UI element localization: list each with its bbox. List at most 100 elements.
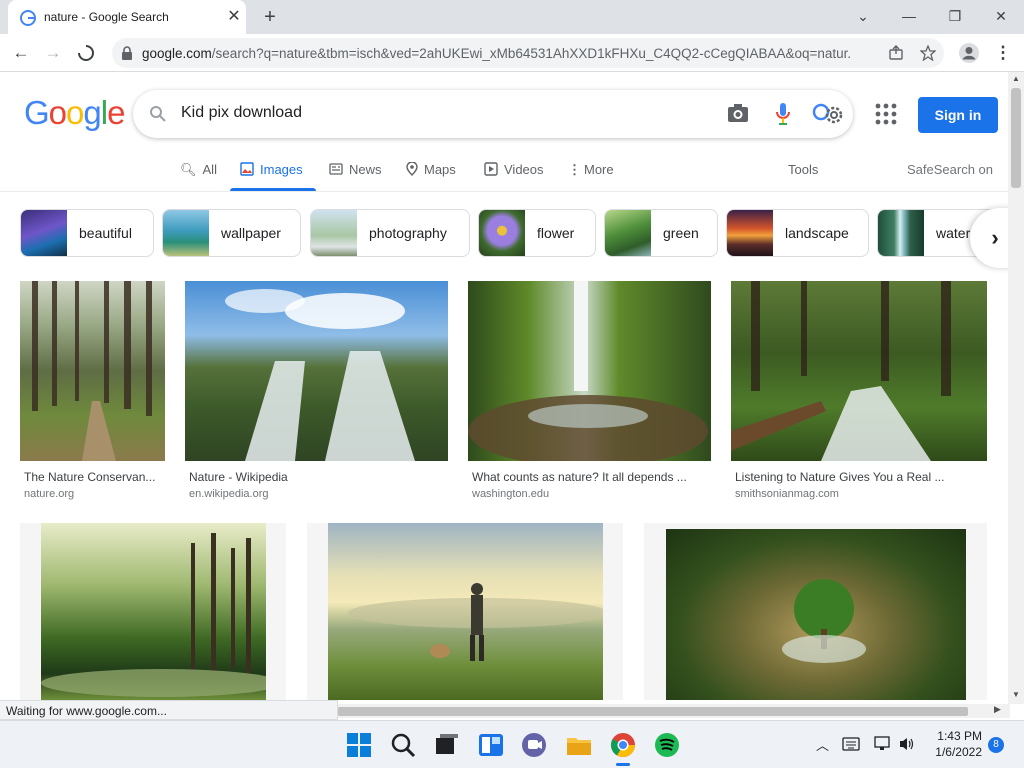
horizontal-scrollbar[interactable]: ▶ bbox=[338, 704, 1010, 718]
url-path: /search?q=nature&tbm=isch&ved=2ahUKEwi_x… bbox=[211, 46, 852, 61]
result-image[interactable] bbox=[328, 523, 608, 700]
result-image[interactable] bbox=[41, 523, 281, 700]
scroll-up-arrow-icon[interactable]: ▲ bbox=[1012, 74, 1020, 83]
windows-taskbar: ︿ 1:43 PM 1/6/2022 8 bbox=[0, 720, 1024, 768]
google-favicon-icon bbox=[20, 10, 36, 26]
chip-green[interactable]: green bbox=[604, 209, 718, 257]
result-card[interactable] bbox=[307, 523, 623, 700]
chip-landscape[interactable]: landscape bbox=[726, 209, 869, 257]
tab-all-label: All bbox=[202, 162, 217, 177]
new-tab-button[interactable]: + bbox=[258, 5, 282, 29]
result-title[interactable]: Nature - Wikipedia bbox=[189, 470, 288, 484]
search-box[interactable]: Kid pix download bbox=[133, 90, 853, 138]
close-window-button[interactable]: ✕ bbox=[981, 3, 1021, 29]
safesearch-button[interactable]: SafeSearch on bbox=[907, 162, 993, 190]
lock-icon[interactable] bbox=[121, 46, 133, 60]
widgets-icon[interactable] bbox=[477, 731, 505, 759]
bookmark-star-icon[interactable] bbox=[920, 45, 936, 61]
chip-label: flower bbox=[537, 225, 575, 241]
network-icon[interactable] bbox=[874, 736, 892, 752]
notification-count-badge[interactable]: 8 bbox=[988, 737, 1004, 753]
result-image[interactable] bbox=[20, 281, 165, 461]
result-image[interactable] bbox=[731, 281, 987, 461]
close-tab-icon[interactable]: ✕ bbox=[224, 7, 244, 27]
windows-start-icon[interactable] bbox=[345, 731, 373, 759]
vertical-scroll-thumb[interactable] bbox=[1011, 88, 1021, 188]
address-bar[interactable]: google.com/search?q=nature&tbm=isch&ved=… bbox=[112, 38, 944, 68]
task-view-icon[interactable] bbox=[432, 731, 460, 759]
teams-chat-icon[interactable] bbox=[520, 731, 548, 759]
vertical-scrollbar[interactable]: ▲ ▼ bbox=[1008, 72, 1024, 704]
result-source[interactable]: nature.org bbox=[24, 488, 74, 500]
result-title[interactable]: What counts as nature? It all depends ..… bbox=[472, 470, 687, 484]
tab-title: nature - Google Search bbox=[44, 10, 169, 24]
tab-search-icon[interactable]: ⌄ bbox=[843, 3, 883, 29]
waterfall-picture bbox=[225, 289, 415, 461]
clock-time[interactable]: 1:43 PM bbox=[930, 729, 982, 743]
share-icon[interactable] bbox=[888, 45, 904, 61]
result-image[interactable] bbox=[185, 281, 448, 461]
scroll-right-arrow-icon[interactable]: ▶ bbox=[994, 704, 1001, 715]
forest-path-picture bbox=[32, 281, 152, 461]
chrome-icon[interactable] bbox=[609, 731, 637, 759]
result-title[interactable]: The Nature Conservan... bbox=[24, 470, 155, 484]
map-pin-icon bbox=[406, 162, 418, 176]
tab-maps-label: Maps bbox=[424, 162, 456, 177]
chip-wallpaper[interactable]: wallpaper bbox=[162, 209, 301, 257]
lakeside-trees-picture bbox=[41, 533, 281, 697]
spotify-icon[interactable] bbox=[653, 731, 681, 759]
search-input[interactable]: Kid pix download bbox=[181, 104, 302, 122]
result-card[interactable] bbox=[644, 523, 987, 700]
chip-beautiful[interactable]: beautiful bbox=[20, 209, 154, 257]
chip-thumbnail bbox=[479, 210, 525, 256]
toolbar: ← → google.com/search?q=nature&tbm=isch&… bbox=[0, 34, 1024, 72]
browser-menu-icon[interactable]: ⋮ bbox=[990, 40, 1016, 66]
back-button[interactable]: ← bbox=[8, 40, 34, 66]
browser-tab-active[interactable]: nature - Google Search ✕ bbox=[8, 0, 246, 34]
horizontal-scroll-thumb[interactable] bbox=[338, 707, 968, 716]
google-apps-grid-icon[interactable] bbox=[874, 102, 898, 126]
tab-maps[interactable]: Maps bbox=[406, 162, 456, 190]
volume-icon[interactable] bbox=[898, 736, 916, 752]
result-source[interactable]: en.wikipedia.org bbox=[189, 488, 269, 500]
clock-date[interactable]: 1/6/2022 bbox=[924, 745, 982, 759]
tab-all[interactable]: 🔍︎ All bbox=[180, 162, 217, 190]
chip-label: green bbox=[663, 225, 699, 241]
result-source[interactable]: smithsonianmag.com bbox=[735, 488, 839, 500]
result-card[interactable] bbox=[20, 523, 286, 700]
microphone-icon[interactable] bbox=[775, 102, 791, 126]
result-title[interactable]: Listening to Nature Gives You a Real ... bbox=[735, 470, 944, 484]
chip-photography[interactable]: photography bbox=[310, 209, 470, 257]
chip-flower[interactable]: flower bbox=[478, 209, 596, 257]
file-explorer-icon[interactable] bbox=[565, 731, 593, 759]
loading-spinner-icon[interactable] bbox=[76, 43, 96, 63]
profile-avatar-icon[interactable] bbox=[958, 42, 980, 64]
url-text[interactable]: google.com/search?q=nature&tbm=isch&ved=… bbox=[142, 46, 852, 61]
forward-button[interactable]: → bbox=[40, 40, 66, 66]
chip-thumbnail bbox=[21, 210, 67, 256]
result-image[interactable] bbox=[666, 529, 966, 700]
tab-news-label: News bbox=[349, 162, 382, 177]
sign-in-button[interactable]: Sign in bbox=[918, 97, 998, 133]
result-image[interactable] bbox=[468, 281, 711, 461]
google-logo[interactable]: Google bbox=[24, 94, 125, 132]
minimize-button[interactable]: — bbox=[889, 3, 929, 29]
image-icon bbox=[240, 162, 254, 176]
keyboard-icon[interactable] bbox=[842, 737, 860, 751]
search-icon bbox=[150, 106, 166, 122]
tab-videos[interactable]: Videos bbox=[484, 162, 544, 190]
camera-search-icon[interactable] bbox=[727, 103, 749, 123]
show-hidden-icons-chevron-icon[interactable]: ︿ bbox=[816, 735, 829, 754]
result-source[interactable]: washington.edu bbox=[472, 488, 549, 500]
chip-thumbnail bbox=[605, 210, 651, 256]
restore-button[interactable]: ❐ bbox=[935, 3, 975, 29]
scroll-down-arrow-icon[interactable]: ▼ bbox=[1012, 690, 1020, 699]
search-settings-gear-icon[interactable] bbox=[811, 102, 847, 126]
tab-images[interactable]: Images bbox=[240, 162, 303, 190]
tools-button[interactable]: Tools bbox=[788, 162, 818, 190]
tab-more[interactable]: ⋮ More bbox=[568, 162, 614, 190]
newspaper-icon bbox=[329, 163, 343, 175]
taskbar-search-icon[interactable] bbox=[389, 731, 417, 759]
forest-stream-picture bbox=[731, 281, 951, 461]
tab-news[interactable]: News bbox=[329, 162, 382, 190]
